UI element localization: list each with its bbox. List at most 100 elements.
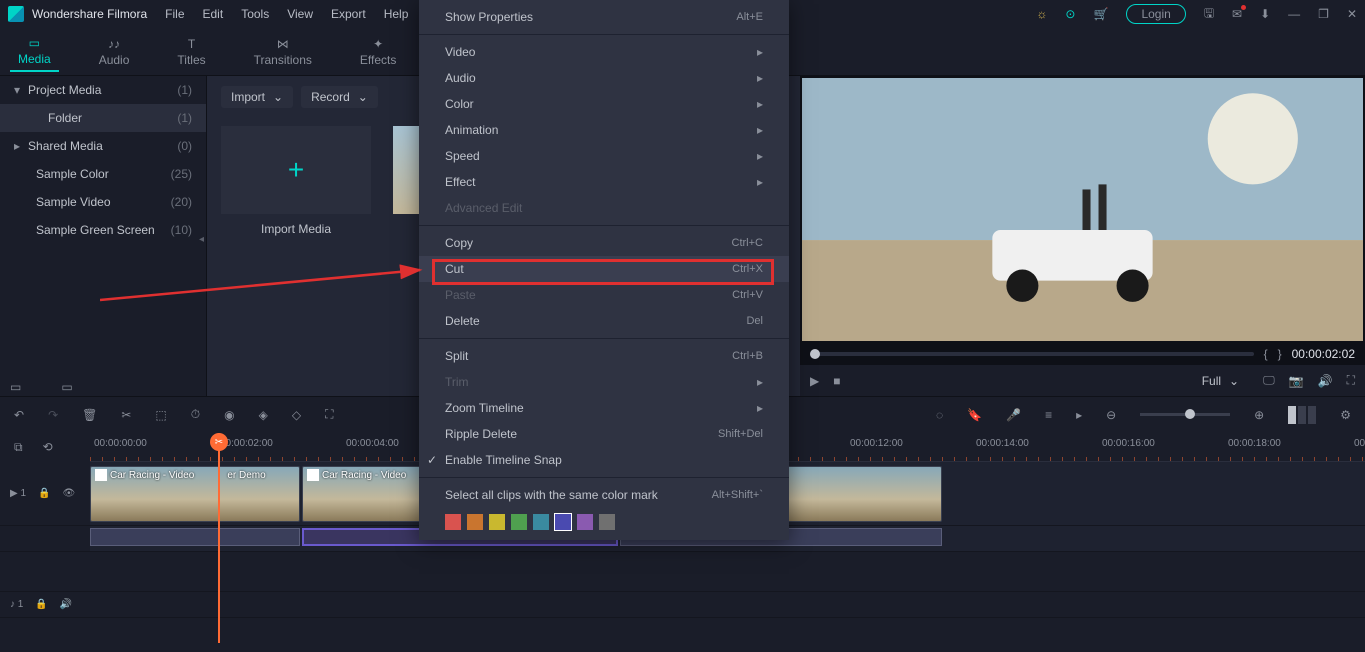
fit-dropdown[interactable]: Full ⌄: [1192, 370, 1249, 392]
tab-effects[interactable]: ✦ Effects: [352, 33, 404, 71]
sidebar-item-sample-video[interactable]: Sample Video (20): [0, 188, 206, 216]
ctx-zoom-timeline[interactable]: Zoom Timeline▸: [419, 395, 789, 421]
sidebar-item-shared-media[interactable]: ▸ Shared Media (0): [0, 132, 206, 160]
tips-icon[interactable]: ☼: [1036, 7, 1047, 21]
eye-icon[interactable]: 👁: [62, 488, 75, 499]
ctx-delete[interactable]: DeleteDel: [419, 308, 789, 334]
ctx-copy[interactable]: CopyCtrl+C: [419, 230, 789, 256]
ctx-select-same-color[interactable]: Select all clips with the same color mar…: [419, 482, 789, 508]
play-icon[interactable]: ▶: [810, 374, 819, 388]
menu-tools[interactable]: Tools: [241, 7, 269, 21]
sidebar-item-label: Sample Color: [36, 167, 109, 181]
mixer-icon[interactable]: ◌: [936, 408, 943, 422]
ctx-show-properties[interactable]: Show PropertiesAlt+E: [419, 4, 789, 30]
color-chip[interactable]: [489, 514, 505, 530]
preview-seek-slider[interactable]: [810, 352, 1254, 356]
audio-clip[interactable]: [90, 528, 300, 546]
ctx-advanced-edit: Advanced Edit: [419, 195, 789, 221]
ctx-effect[interactable]: Effect▸: [419, 169, 789, 195]
save-icon[interactable]: 🖫: [1204, 4, 1214, 25]
sidebar-item-folder[interactable]: Folder (1): [0, 104, 206, 132]
minimize-icon[interactable]: —: [1288, 7, 1300, 21]
panel-collapse-icon[interactable]: ◂: [199, 234, 204, 245]
timeline-clip[interactable]: Car Racing - Video er Demo: [90, 466, 300, 522]
preview-video[interactable]: [802, 78, 1363, 341]
settings-icon[interactable]: ⚙: [1340, 408, 1351, 422]
render-icon[interactable]: ▸: [1076, 408, 1082, 422]
greenscreen-icon[interactable]: ◈: [259, 408, 268, 422]
menu-view[interactable]: View: [287, 7, 313, 21]
color-chip[interactable]: [533, 514, 549, 530]
tab-media[interactable]: ▭ Media: [10, 32, 59, 72]
speed-icon[interactable]: ⏱: [191, 407, 200, 422]
mail-icon[interactable]: ✉: [1232, 7, 1242, 21]
playhead-scissors-icon[interactable]: ✂: [210, 433, 228, 451]
scissors-icon[interactable]: ✂: [121, 408, 131, 422]
ctx-enable-snap[interactable]: ✓Enable Timeline Snap: [419, 447, 789, 473]
import-dropdown[interactable]: Import ⌄: [221, 86, 293, 108]
menu-help[interactable]: Help: [384, 7, 409, 21]
lock-icon[interactable]: 🔒: [35, 599, 47, 610]
sidebar-item-sample-color[interactable]: Sample Color (25): [0, 160, 206, 188]
color-icon[interactable]: ◉: [224, 408, 234, 422]
menu-export[interactable]: Export: [331, 7, 366, 21]
mic-icon[interactable]: 🎤: [1006, 408, 1021, 422]
redo-icon[interactable]: ↷: [48, 408, 58, 422]
cart-icon[interactable]: 🛒: [1093, 7, 1108, 21]
volume-icon[interactable]: 🔊: [1318, 374, 1333, 388]
curly-left[interactable]: {: [1264, 347, 1268, 361]
playhead[interactable]: ✂: [218, 433, 220, 643]
headset-icon[interactable]: ⊙: [1065, 7, 1075, 21]
crop-icon[interactable]: ⬚: [155, 408, 166, 422]
keyframe-icon[interactable]: ◇: [292, 408, 301, 422]
zoom-slider[interactable]: [1140, 413, 1230, 416]
maximize-icon[interactable]: ❐: [1318, 7, 1329, 21]
ctx-audio[interactable]: Audio▸: [419, 65, 789, 91]
timeline-link-icon[interactable]: ⟲: [43, 440, 53, 454]
color-chip[interactable]: [577, 514, 593, 530]
zoom-out-icon[interactable]: ⊖: [1106, 408, 1116, 422]
mute-icon[interactable]: 🔊: [60, 599, 72, 610]
color-chip[interactable]: [555, 514, 571, 530]
ctx-ripple-delete[interactable]: Ripple DeleteShift+Del: [419, 421, 789, 447]
curly-right[interactable]: }: [1278, 347, 1282, 361]
sidebar-item-sample-green[interactable]: Sample Green Screen (10): [0, 216, 206, 244]
ctx-cut[interactable]: CutCtrl+X: [419, 256, 789, 282]
color-chip[interactable]: [511, 514, 527, 530]
color-chip[interactable]: [445, 514, 461, 530]
ctx-speed[interactable]: Speed▸: [419, 143, 789, 169]
marker-icon[interactable]: 🔖: [967, 408, 982, 422]
timeline-fit-icon[interactable]: ⧉: [14, 440, 23, 455]
import-media-tile[interactable]: + Import Media: [221, 126, 371, 236]
track-toggle-icon[interactable]: ▶ 1: [10, 488, 26, 499]
ctx-color[interactable]: Color▸: [419, 91, 789, 117]
close-icon[interactable]: ✕: [1347, 7, 1357, 21]
ctx-animation[interactable]: Animation▸: [419, 117, 789, 143]
fit-icon[interactable]: ⛶: [325, 407, 333, 422]
login-button[interactable]: Login: [1126, 4, 1185, 24]
new-folder-icon[interactable]: ▭: [10, 380, 21, 394]
download-icon[interactable]: ⬇: [1260, 7, 1270, 21]
stop-icon[interactable]: ■: [833, 374, 840, 388]
ctx-video[interactable]: Video▸: [419, 39, 789, 65]
zoom-in-icon[interactable]: ⊕: [1254, 408, 1264, 422]
tab-transitions[interactable]: ⋈ Transitions: [246, 33, 320, 71]
menu-file[interactable]: File: [165, 7, 184, 21]
track-size-toggle[interactable]: [1288, 406, 1316, 424]
folder-open-icon[interactable]: ▭: [61, 380, 72, 394]
tab-audio[interactable]: ♪♪ Audio: [91, 33, 138, 71]
audio-mixer-icon[interactable]: ≡: [1045, 408, 1052, 422]
ctx-split[interactable]: SplitCtrl+B: [419, 343, 789, 369]
lock-icon[interactable]: 🔒: [38, 488, 50, 499]
fullscreen-icon[interactable]: ⛶: [1347, 373, 1355, 388]
sidebar-item-project-media[interactable]: ▾ Project Media (1): [0, 76, 206, 104]
tab-titles[interactable]: T Titles: [169, 33, 213, 71]
snapshot-icon[interactable]: 📷: [1289, 374, 1304, 388]
color-chip[interactable]: [599, 514, 615, 530]
menu-edit[interactable]: Edit: [203, 7, 224, 21]
record-dropdown[interactable]: Record ⌄: [301, 86, 378, 108]
color-chip[interactable]: [467, 514, 483, 530]
delete-icon[interactable]: 🗑: [82, 408, 97, 422]
undo-icon[interactable]: ↶: [14, 408, 24, 422]
display-icon[interactable]: 🖵: [1263, 373, 1275, 388]
